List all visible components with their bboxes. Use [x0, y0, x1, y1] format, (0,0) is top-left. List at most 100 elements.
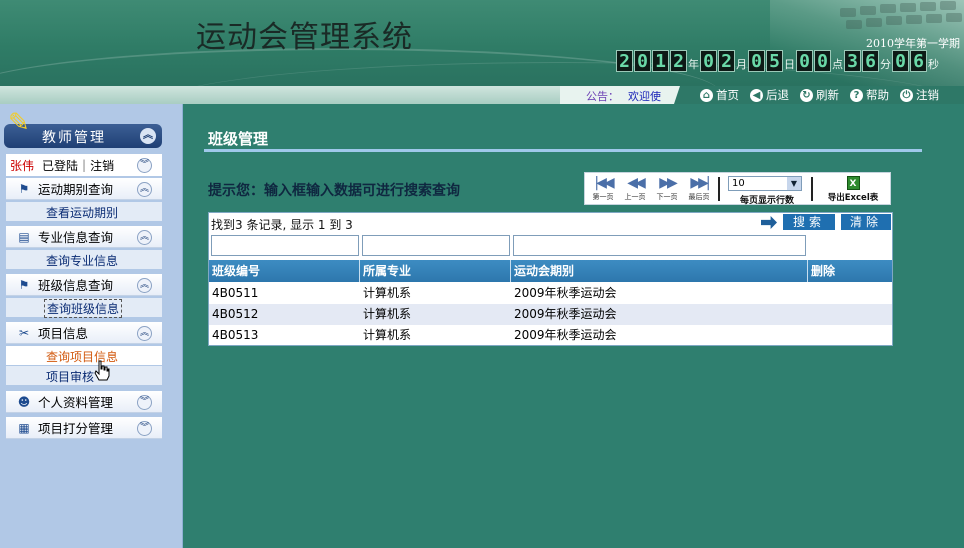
- cell-sports-period: 2009年秋季运动会: [514, 286, 617, 300]
- sidebar-group-label: 专业信息查询: [38, 230, 114, 245]
- sidebar-item-view-sports-period[interactable]: 查看运动期别: [6, 202, 162, 221]
- next-page-label: 下一页: [656, 193, 678, 201]
- user-name: 张伟: [10, 158, 35, 173]
- sidebar-group-label: 运动期别查询: [38, 182, 114, 197]
- class-grid: 找到3 条记录, 显示 1 到 3 搜索 清除 班级编号 所属专业 运动会期别 …: [208, 212, 893, 346]
- column-header-delete[interactable]: 删除: [808, 260, 892, 282]
- clear-button[interactable]: 清除: [841, 214, 891, 230]
- search-button[interactable]: 搜索: [783, 214, 835, 230]
- clock-unit-month: 月: [736, 58, 747, 71]
- first-page-button[interactable]: |◀◀ 第一页: [587, 175, 619, 202]
- clock-unit-minute: 分: [880, 58, 891, 71]
- score-icon: ▦: [18, 420, 30, 435]
- sidebar-item-query-major[interactable]: 查询专业信息: [6, 250, 162, 269]
- table-row[interactable]: 4B0513 计算机系 2009年秋季运动会: [209, 325, 892, 346]
- expand-toggle-icon[interactable]: ︾: [137, 158, 152, 173]
- user-icon: ☻: [17, 394, 31, 409]
- excel-icon: X: [846, 176, 860, 190]
- sidebar-logout-link[interactable]: 注销: [90, 157, 114, 174]
- sidebar-group-label: 项目打分管理: [38, 421, 114, 436]
- logout-link[interactable]: ⏻ 注销: [900, 87, 939, 103]
- sidebar: ✎ 教师管理 ︽ 张伟 已登陆 | 注销 ︾ ⚑ 运动期别查询 ︽ 查看运动期别…: [0, 104, 183, 548]
- toolbar-divider: [811, 177, 813, 201]
- home-link-label: 首页: [716, 88, 739, 102]
- filter-major-input[interactable]: [362, 235, 510, 256]
- sidebar-group-major-info[interactable]: ▤ 专业信息查询 ︽: [6, 226, 162, 248]
- clock-digit: 1: [652, 50, 669, 72]
- sidebar-group-sports-period[interactable]: ⚑ 运动期别查询 ︽: [6, 178, 162, 200]
- cell-major: 计算机系: [363, 307, 412, 321]
- next-page-icon: ▶▶: [659, 175, 678, 191]
- flag-icon: ⚑: [18, 277, 30, 292]
- pen-icon: ✎: [8, 108, 30, 138]
- prev-page-icon: ◀◀: [627, 175, 646, 191]
- back-link[interactable]: ◀ 后退: [750, 87, 789, 103]
- notice-box: 公告： 欢迎使: [560, 86, 680, 104]
- first-page-label: 第一页: [592, 193, 614, 201]
- term-label: 2010学年第一学期: [866, 37, 960, 50]
- notice-marquee[interactable]: 欢迎使: [628, 88, 668, 104]
- refresh-link-label: 刷新: [816, 88, 839, 102]
- sidebar-group-project-info[interactable]: ✂ 项目信息 ︽: [6, 322, 162, 344]
- cell-delete[interactable]: [808, 325, 811, 346]
- collapse-toggle-icon[interactable]: ︽: [137, 326, 152, 341]
- prev-page-label: 上一页: [624, 193, 646, 201]
- table-row[interactable]: 4B0512 计算机系 2009年秋季运动会: [209, 304, 892, 325]
- column-header-class-id[interactable]: 班级编号: [209, 260, 360, 282]
- sidebar-group-personal-profile[interactable]: ☻ 个人资料管理 ︾: [6, 391, 162, 413]
- next-page-button[interactable]: ▶▶ 下一页: [651, 175, 683, 202]
- collapse-toggle-icon[interactable]: ︽: [137, 230, 152, 245]
- page-size-label: 每页显示行数: [740, 196, 795, 206]
- help-link[interactable]: ? 帮助: [850, 87, 889, 103]
- sidebar-item-label: 项目审核: [46, 370, 95, 384]
- clock-digit: 2: [718, 50, 735, 72]
- page-title: 班级管理: [208, 130, 269, 148]
- collapse-toggle-icon[interactable]: ︽: [137, 278, 152, 293]
- column-header-sports-period[interactable]: 运动会期别: [511, 260, 808, 282]
- sidebar-item-label: 查询专业信息: [46, 254, 119, 268]
- last-page-label: 最后页: [688, 193, 710, 201]
- last-page-button[interactable]: ▶▶| 最后页: [683, 176, 715, 202]
- clock-unit-hour: 点: [832, 58, 843, 71]
- table-row[interactable]: 4B0511 计算机系 2009年秋季运动会: [209, 283, 892, 304]
- power-icon: ⏻: [900, 88, 913, 102]
- sidebar-group-class-info[interactable]: ⚑ 班级信息查询 ︽: [6, 274, 162, 296]
- sidebar-item-query-class[interactable]: 查询班级信息: [6, 298, 162, 318]
- export-excel-label: 导出Excel表: [827, 193, 879, 203]
- expand-toggle-icon[interactable]: ︾: [137, 421, 152, 436]
- sidebar-item-project-review[interactable]: 项目审核: [6, 366, 162, 385]
- clock-digit: 0: [892, 50, 909, 72]
- home-link[interactable]: ⌂ 首页: [700, 87, 739, 103]
- home-icon: ⌂: [700, 88, 713, 102]
- sidebar-group-project-scoring[interactable]: ▦ 项目打分管理 ︾: [6, 417, 162, 439]
- first-page-icon: |◀◀: [594, 175, 614, 191]
- column-header-major[interactable]: 所属专业: [360, 260, 511, 282]
- filter-class-id-input[interactable]: [211, 235, 359, 256]
- page-size-select[interactable]: 10 ▼: [728, 176, 802, 191]
- export-excel-button[interactable]: X 导出Excel表: [821, 175, 885, 203]
- prev-page-button[interactable]: ◀◀ 上一页: [619, 175, 651, 202]
- refresh-link[interactable]: ↻ 刷新: [800, 87, 839, 103]
- expand-toggle-icon[interactable]: ︾: [137, 395, 152, 410]
- sidebar-item-label: 查看运动期别: [46, 206, 119, 220]
- cell-delete[interactable]: [808, 283, 811, 304]
- sidebar-group-label: 班级信息查询: [38, 278, 114, 293]
- sidebar-item-query-project[interactable]: 查询项目信息: [6, 346, 162, 365]
- goto-icon[interactable]: [761, 216, 777, 229]
- clock-digit: 5: [766, 50, 783, 72]
- filter-sports-period-input[interactable]: [513, 235, 806, 256]
- cell-delete[interactable]: [808, 304, 811, 325]
- clock-unit-year: 年: [688, 58, 699, 71]
- clock-digit: 2: [670, 50, 687, 72]
- collapse-all-icon[interactable]: ︽: [140, 128, 156, 144]
- collapse-toggle-icon[interactable]: ︽: [137, 182, 152, 197]
- cell-major: 计算机系: [363, 286, 412, 300]
- help-icon: ?: [850, 88, 863, 102]
- sidebar-title: 教师管理: [42, 130, 106, 146]
- grid-header: 班级编号 所属专业 运动会期别 删除: [209, 260, 892, 282]
- sidebar-group-label: 项目信息: [38, 326, 89, 341]
- logout-link-label: 注销: [916, 88, 939, 102]
- refresh-icon: ↻: [800, 88, 813, 102]
- help-link-label: 帮助: [866, 88, 889, 102]
- cell-class-id: 4B0513: [212, 328, 259, 342]
